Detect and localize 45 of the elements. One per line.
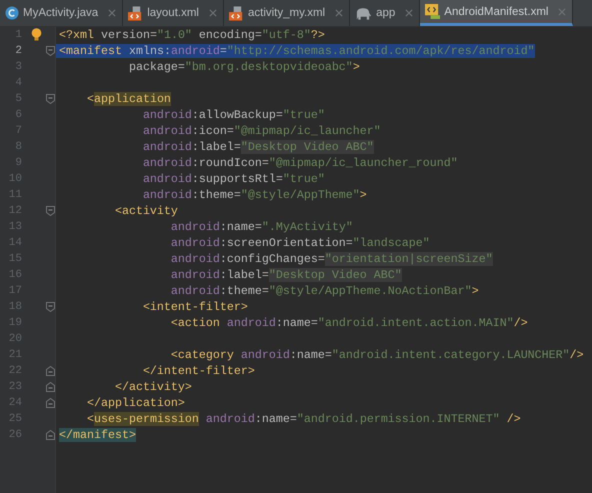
code-line: android:theme="@style/AppTheme.NoActionBar">	[170, 284, 479, 298]
editor-tab[interactable]: MyActivity.java	[0, 0, 124, 26]
code-line: <action android:name="android.intent.action.MAIN"/>	[170, 316, 528, 330]
line-number: 2	[14, 45, 22, 57]
code-line: android:name=".MyActivity"	[170, 220, 353, 234]
xml-file-icon	[128, 6, 144, 20]
code-line: android:label="Desktop Video ABC"	[142, 140, 374, 154]
code-line: android:icon="@mipmap/ic_launcher"	[142, 124, 381, 138]
xml-file-icon	[228, 6, 244, 20]
fold-marker-icon[interactable]	[46, 366, 55, 376]
code-line: android:label="Desktop Video ABC"	[170, 268, 402, 282]
code-line: <intent-filter>	[142, 300, 248, 314]
code-line: android:theme="@style/AppTheme">	[142, 188, 367, 202]
code-line: <uses-permission android:name="android.permission.INTERNET" />	[86, 412, 521, 426]
manifest-file-icon	[425, 4, 440, 19]
code-line: package="bm.org.desktopvideoabc">	[128, 60, 360, 74]
code-line: android:allowBackup="true"	[142, 108, 325, 122]
editor-tab[interactable]: activity_my.xml	[224, 0, 350, 26]
code-line: android:supportsRtl="true"	[142, 172, 325, 186]
editor-tab[interactable]: AndroidManifest.xml	[420, 0, 574, 26]
code-line: <?xml version="1.0" encoding="utf-8"?>	[58, 28, 325, 42]
fold-marker-icon[interactable]	[46, 382, 55, 392]
fold-marker-icon[interactable]	[46, 94, 55, 104]
code-line: android:screenOrientation="landscape"	[170, 236, 430, 250]
close-icon[interactable]	[335, 9, 344, 17]
code-line: <application	[86, 92, 171, 106]
close-icon[interactable]	[405, 9, 414, 17]
close-icon[interactable]	[108, 9, 116, 17]
code-line: </application>	[86, 396, 185, 410]
editor-tab[interactable]: layout.xml	[123, 0, 224, 26]
elephant-icon	[355, 6, 372, 20]
code-line: android:roundIcon="@mipmap/ic_launcher_round"	[142, 156, 458, 170]
fold-marker-icon[interactable]	[46, 46, 55, 56]
code-line: </activity>	[114, 380, 192, 394]
close-icon[interactable]	[208, 9, 217, 17]
class-icon	[5, 6, 19, 20]
fold-marker-icon[interactable]	[46, 206, 55, 216]
code-line: android:configChanges="orientation|screenSize"	[170, 252, 493, 266]
code-line: <activity	[114, 204, 178, 218]
code-line: </intent-filter>	[142, 364, 255, 378]
fold-marker-icon[interactable]	[46, 398, 55, 408]
code-line: <category android:name="android.intent.category.LAUNCHER"/>	[170, 348, 584, 362]
lightbulb-icon[interactable]	[31, 28, 42, 41]
fold-marker-icon[interactable]	[46, 430, 55, 440]
fold-marker-icon[interactable]	[46, 302, 55, 312]
